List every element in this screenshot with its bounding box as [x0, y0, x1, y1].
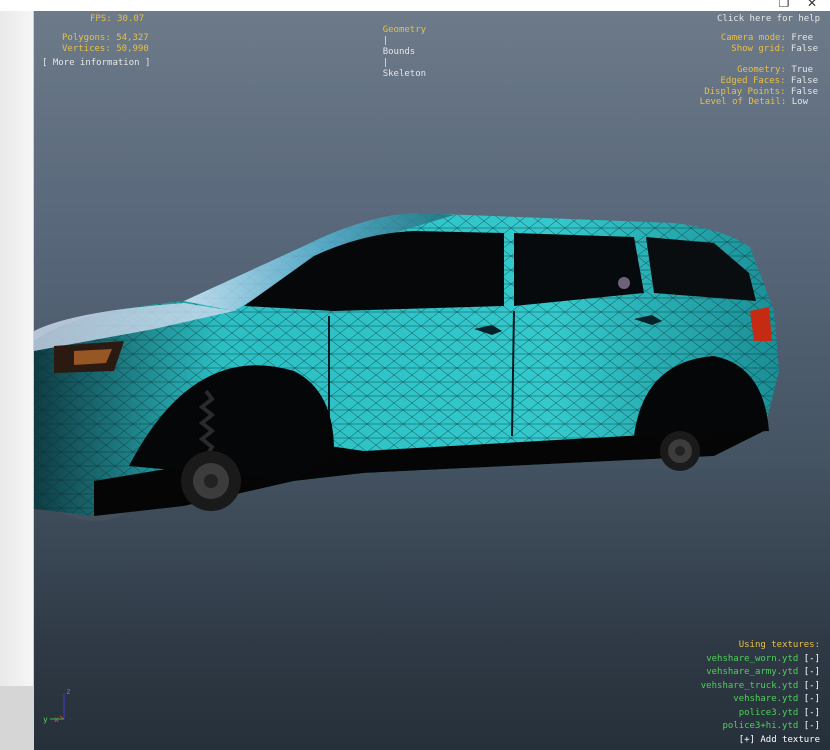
rear-wheel-center [675, 446, 685, 456]
restore-window-icon[interactable]: ❐ [774, 0, 794, 11]
left-side-panel [0, 11, 34, 750]
add-texture-button[interactable]: [+] Add texture [739, 735, 820, 746]
vehicle-model [34, 213, 779, 521]
polygons-readout: Polygons: 54,327 [62, 33, 149, 43]
geometry-setting[interactable]: Geometry: True [737, 65, 813, 76]
front-wheel-center [204, 474, 218, 488]
tab-geometry[interactable]: Geometry [383, 25, 426, 35]
edged-faces-setting[interactable]: Edged Faces: False [720, 76, 818, 87]
tab-separator: | [382, 36, 389, 46]
axis-gizmo: z y x [43, 687, 71, 724]
remove-texture-button[interactable]: [-] [804, 654, 820, 664]
remove-texture-button[interactable]: [-] [804, 708, 820, 718]
tab-separator: | [382, 58, 389, 68]
police-badge-decal [618, 277, 630, 289]
texture-item: police3.ytd [-] [738, 708, 820, 718]
remove-texture-button[interactable]: [-] [804, 667, 820, 677]
x-axis-label: x [54, 715, 59, 724]
remove-texture-button[interactable]: [-] [804, 721, 820, 731]
more-information-link[interactable]: [ More information ] [42, 58, 150, 69]
y-axis-label: y [43, 715, 48, 724]
texture-item: police3+hi.ytd [-] [722, 721, 820, 731]
close-window-icon[interactable]: ✕ [802, 0, 822, 11]
textures-heading: Using textures: [738, 640, 820, 650]
texture-item: vehshare_worn.ytd [-] [706, 654, 820, 664]
tab-skeleton[interactable]: Skeleton [383, 69, 426, 79]
texture-item: vehshare_army.ytd [-] [706, 667, 820, 677]
model-viewport[interactable]: FPS: 30.07 Polygons: 54,327 Vertices: 50… [34, 11, 830, 750]
texture-item: vehshare_truck.ytd [-] [700, 681, 820, 691]
vertices-readout: Vertices: 50,990 [62, 44, 149, 54]
help-link[interactable]: Click here for help [717, 14, 820, 25]
show-grid-setting[interactable]: Show grid: False [731, 44, 818, 55]
fps-readout: FPS: 30.07 [90, 14, 145, 24]
tab-bounds[interactable]: Bounds [383, 47, 416, 57]
texture-item: vehshare.ytd [-] [733, 694, 820, 704]
camera-mode-setting[interactable]: Camera mode: Free [721, 33, 813, 44]
remove-texture-button[interactable]: [-] [804, 681, 820, 691]
title-bar: ❐ ✕ [0, 0, 830, 11]
level-of-detail-setting[interactable]: Level of Detail: Low [700, 97, 808, 108]
z-axis-label: z [66, 687, 71, 696]
remove-texture-button[interactable]: [-] [804, 694, 820, 704]
left-panel-footer [0, 686, 34, 750]
view-mode-tabs: Geometry | Bounds | Skeleton [361, 14, 426, 91]
